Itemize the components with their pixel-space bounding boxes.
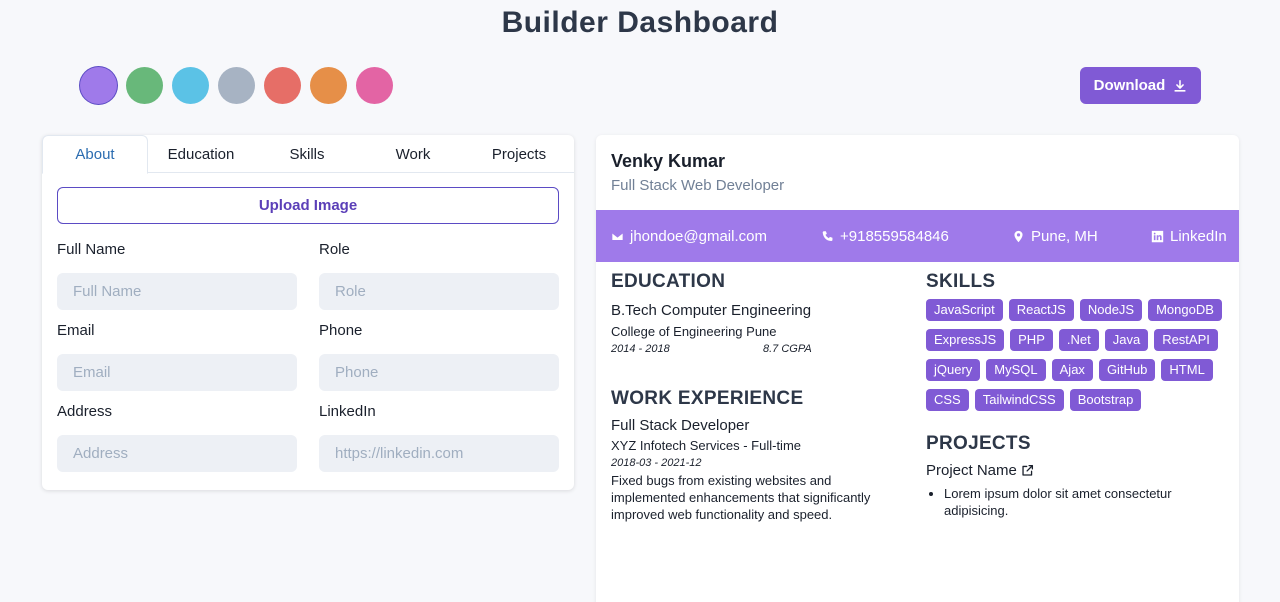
education-heading: EDUCATION — [611, 271, 726, 292]
full-name-field: Full Name — [57, 240, 297, 310]
work-description: Fixed bugs from existing websites and im… — [611, 473, 871, 522]
phone-field: Phone — [319, 321, 559, 391]
skills-list: JavaScript ReactJS NodeJS MongoDB ExpressJS P… — [926, 299, 1236, 411]
mail-icon — [611, 231, 624, 241]
project-name-text: Project Name — [926, 462, 1017, 479]
phone-icon — [822, 230, 833, 241]
contact-linkedin-text: LinkedIn — [1170, 227, 1227, 245]
skill-tag: MySQL — [986, 359, 1046, 381]
external-link-icon — [1022, 464, 1033, 476]
skill-tag: JavaScript — [926, 299, 1003, 321]
color-swatch[interactable] — [310, 67, 347, 104]
skill-tag: .Net — [1058, 329, 1099, 351]
education-period: 2014 - 2018 — [611, 343, 670, 355]
resume-preview: Venky Kumar Full Stack Web Developer jho… — [596, 135, 1239, 602]
tab-work[interactable]: Work — [360, 135, 466, 173]
skills-heading: SKILLS — [926, 271, 996, 292]
tab-projects[interactable]: Projects — [466, 135, 572, 173]
skill-tag: Java — [1104, 329, 1149, 351]
tab-education[interactable]: Education — [148, 135, 254, 173]
contact-linkedin[interactable]: LinkedIn — [1151, 210, 1227, 262]
email-field: Email — [57, 321, 297, 391]
work-company: XYZ Infotech Services - Full-time — [611, 438, 801, 453]
theme-color-swatches — [80, 67, 393, 104]
skill-tag: TailwindCSS — [974, 389, 1064, 411]
phone-label: Phone — [319, 322, 363, 339]
skill-tag: Bootstrap — [1069, 389, 1142, 411]
linkedin-label: LinkedIn — [319, 403, 376, 420]
location-pin-icon — [1014, 230, 1023, 242]
resume-role: Full Stack Web Developer — [611, 177, 785, 194]
address-input[interactable] — [57, 435, 297, 472]
skill-tag: HTML — [1161, 359, 1213, 381]
email-input[interactable] — [57, 354, 297, 391]
skill-tag: ReactJS — [1008, 299, 1074, 321]
color-swatch[interactable] — [126, 67, 163, 104]
education-degree: B.Tech Computer Engineering — [611, 302, 812, 319]
linkedin-icon — [1151, 230, 1164, 242]
download-icon — [1174, 79, 1186, 92]
work-title: Full Stack Developer — [611, 417, 750, 434]
color-swatch[interactable] — [80, 67, 117, 104]
editor-tabs: About Education Skills Work Projects — [42, 135, 574, 174]
role-label: Role — [319, 241, 350, 258]
skill-tag: jQuery — [926, 359, 981, 381]
role-input[interactable] — [319, 273, 559, 310]
contact-email-text: jhondoe@gmail.com — [630, 227, 767, 245]
phone-input[interactable] — [319, 354, 559, 391]
contact-phone-text: +918559584846 — [840, 227, 949, 245]
skill-tag: GitHub — [1098, 359, 1156, 381]
color-swatch[interactable] — [218, 67, 255, 104]
editor-panel: About Education Skills Work Projects Upl… — [42, 135, 574, 490]
upload-image-button[interactable]: Upload Image — [57, 187, 559, 224]
tab-skills[interactable]: Skills — [254, 135, 360, 173]
download-button-label: Download — [1093, 77, 1166, 94]
role-field: Role — [319, 240, 559, 310]
skill-tag: NodeJS — [1079, 299, 1143, 321]
contact-email[interactable]: jhondoe@gmail.com — [611, 210, 767, 262]
download-button[interactable]: Download — [1080, 67, 1201, 104]
skill-tag: CSS — [926, 389, 969, 411]
work-period: 2018-03 - 2021-12 — [611, 457, 702, 469]
skill-tag: Ajax — [1051, 359, 1093, 381]
color-swatch[interactable] — [172, 67, 209, 104]
skill-tag: MongoDB — [1148, 299, 1222, 321]
full-name-input[interactable] — [57, 273, 297, 310]
skill-tag: ExpressJS — [926, 329, 1005, 351]
education-institute: College of Engineering Pune — [611, 324, 777, 339]
contact-location-text: Pune, MH — [1031, 227, 1098, 245]
education-grade: 8.7 CGPA — [763, 343, 812, 355]
project-name[interactable]: Project Name — [926, 462, 1034, 479]
project-points: Lorem ipsum dolor sit amet consectetur a… — [944, 485, 1214, 519]
projects-heading: PROJECTS — [926, 433, 1031, 454]
contact-phone[interactable]: +918559584846 — [821, 210, 949, 262]
tab-about[interactable]: About — [42, 135, 148, 174]
linkedin-input[interactable] — [319, 435, 559, 472]
skill-tag: PHP — [1010, 329, 1053, 351]
work-heading: WORK EXPERIENCE — [611, 388, 804, 409]
address-field: Address — [57, 402, 297, 472]
email-label: Email — [57, 322, 95, 339]
project-point: Lorem ipsum dolor sit amet consectetur a… — [944, 485, 1214, 519]
skill-tag: RestAPI — [1154, 329, 1218, 351]
address-label: Address — [57, 403, 113, 420]
contact-location: Pune, MH — [1012, 210, 1098, 262]
page-title: Builder Dashboard — [501, 6, 779, 39]
contact-bar: jhondoe@gmail.com +918559584846 Pune, MH… — [596, 210, 1239, 262]
full-name-label: Full Name — [57, 241, 126, 258]
resume-name: Venky Kumar — [611, 151, 726, 171]
color-swatch[interactable] — [264, 67, 301, 104]
linkedin-field: LinkedIn — [319, 402, 559, 472]
color-swatch[interactable] — [356, 67, 393, 104]
